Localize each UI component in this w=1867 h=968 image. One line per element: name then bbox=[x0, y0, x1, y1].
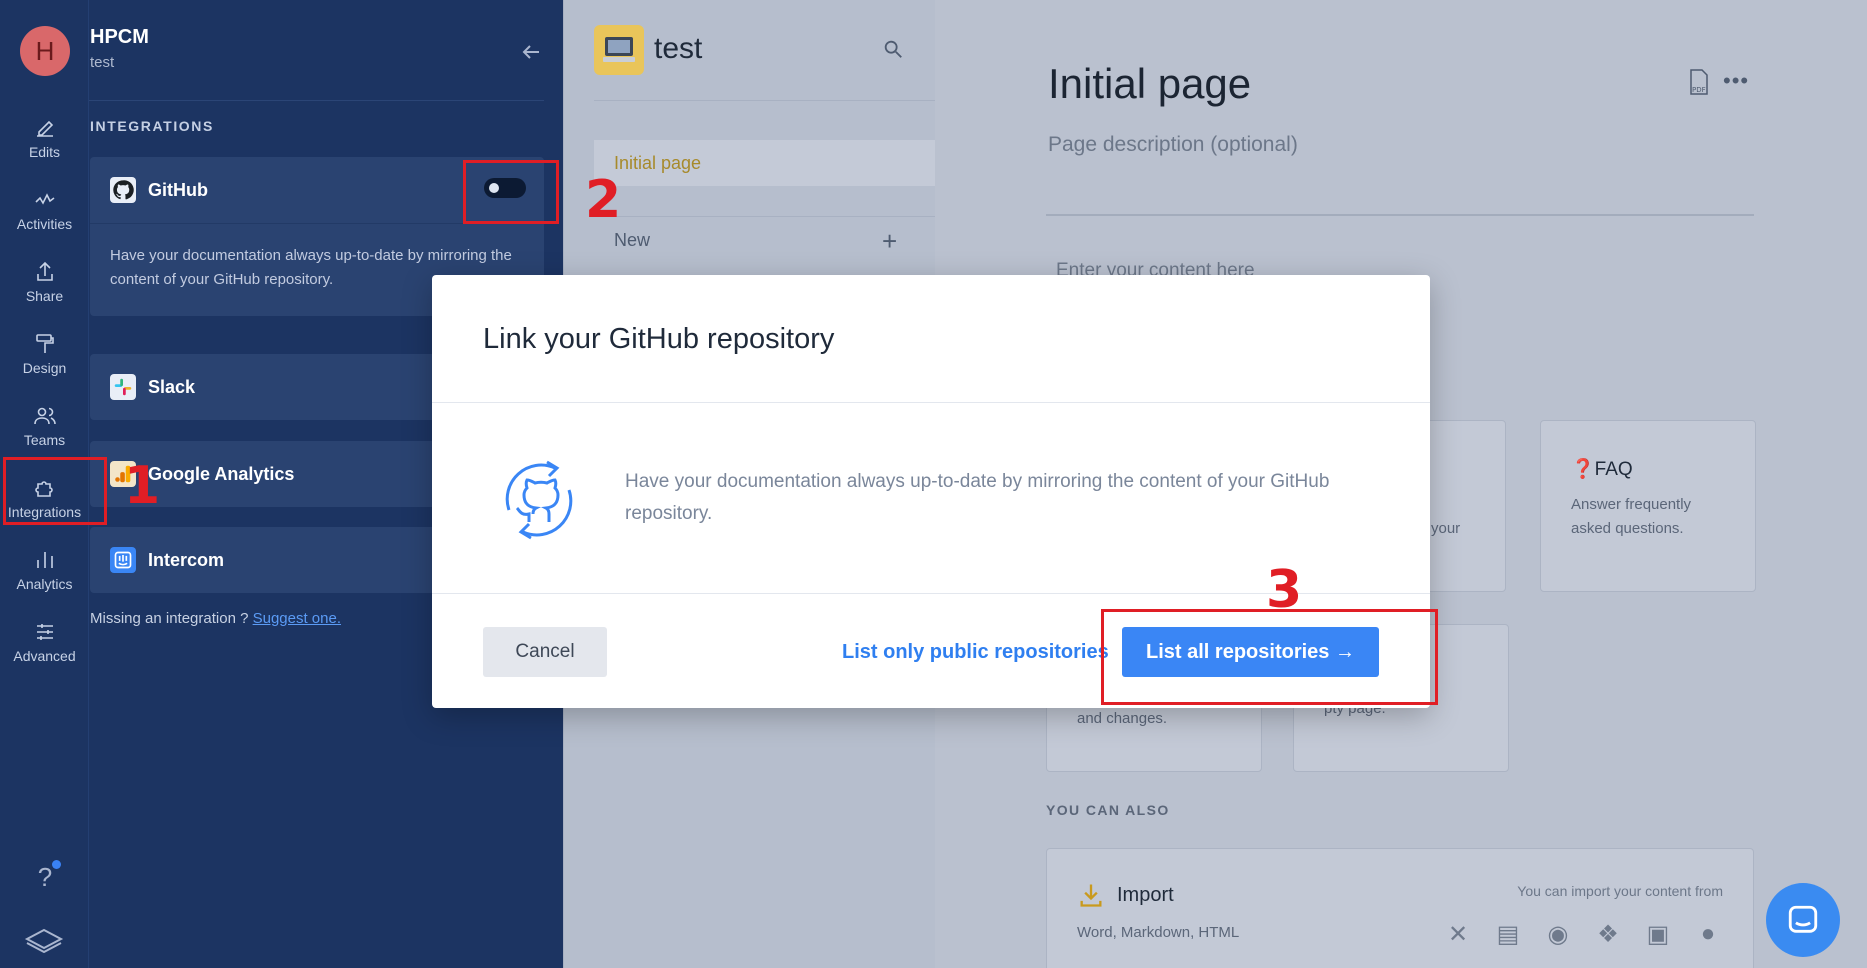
page-description-input[interactable]: Page description (optional) bbox=[1048, 133, 1298, 157]
integration-name: Slack bbox=[148, 376, 196, 397]
rail-label: Edits bbox=[28, 144, 61, 160]
search-icon[interactable] bbox=[882, 38, 904, 60]
rail-item-analytics[interactable]: Analytics bbox=[0, 540, 89, 606]
divider bbox=[89, 100, 544, 101]
annotation-box-1 bbox=[3, 457, 107, 525]
help-button[interactable]: ? bbox=[30, 860, 61, 892]
modal-title: Link your GitHub repository bbox=[483, 323, 835, 355]
annotation-number-3: 3 bbox=[1266, 560, 1303, 620]
rail-label: Analytics bbox=[16, 576, 73, 592]
paint-roller-icon bbox=[35, 334, 54, 353]
rail-item-advanced[interactable]: Advanced bbox=[0, 612, 89, 678]
file-icon[interactable]: ▤ bbox=[1489, 915, 1527, 953]
template-text: your bbox=[1431, 520, 1461, 537]
annotation-box-2 bbox=[463, 160, 559, 224]
workspace-avatar[interactable]: H bbox=[20, 26, 70, 76]
dropbox-icon[interactable]: ❖ bbox=[1589, 915, 1627, 953]
rail-item-activities[interactable]: Activities bbox=[0, 180, 89, 246]
template-text: Answer frequently asked questions. bbox=[1571, 496, 1692, 537]
divider bbox=[432, 402, 1430, 403]
rail-label: Design bbox=[22, 360, 67, 376]
modal-description: Have your documentation always up-to-dat… bbox=[625, 471, 1330, 524]
template-title: ❓FAQ bbox=[1571, 459, 1633, 480]
cancel-button[interactable]: Cancel bbox=[483, 627, 607, 677]
missing-label: Missing an integration ? bbox=[90, 610, 253, 627]
computer-icon bbox=[594, 25, 644, 75]
import-card[interactable]: Import Word, Markdown, HTML You can impo… bbox=[1046, 848, 1754, 968]
integration-name: Intercom bbox=[148, 549, 225, 570]
import-sources-label: You can import your content from bbox=[1517, 883, 1723, 899]
confluence-icon[interactable]: ✕ bbox=[1439, 915, 1477, 953]
annotation-box-3 bbox=[1101, 609, 1438, 705]
chat-launcher-button[interactable] bbox=[1766, 883, 1840, 957]
rail-item-teams[interactable]: Teams bbox=[0, 396, 89, 462]
import-subtitle: Word, Markdown, HTML bbox=[1077, 924, 1240, 941]
github-sync-icon bbox=[489, 450, 589, 555]
page-item-initial[interactable]: Initial page bbox=[594, 140, 936, 186]
page-title[interactable]: Initial page bbox=[1048, 60, 1251, 108]
rail-label: Teams bbox=[23, 432, 66, 448]
pdf-icon[interactable]: PDF bbox=[1687, 68, 1711, 101]
divider bbox=[594, 216, 936, 217]
section-title: YOU CAN ALSO bbox=[1046, 802, 1170, 818]
import-title: Import bbox=[1117, 884, 1174, 906]
github-icon bbox=[110, 177, 136, 203]
divider bbox=[594, 100, 936, 101]
activity-icon bbox=[34, 193, 54, 205]
intercom-icon bbox=[110, 547, 136, 573]
integration-name: GitHub bbox=[148, 179, 208, 200]
space-title: test bbox=[654, 32, 703, 65]
book-icon[interactable] bbox=[24, 925, 64, 958]
rail-label: Advanced bbox=[13, 648, 76, 664]
workspace-name: HPCM bbox=[90, 26, 149, 48]
rail-label: Activities bbox=[16, 216, 73, 232]
svg-text:PDF: PDF bbox=[1692, 86, 1706, 94]
help-icon: ? bbox=[37, 862, 53, 892]
pencil-icon bbox=[36, 120, 53, 137]
divider bbox=[1046, 214, 1754, 216]
rail-item-design[interactable]: Design bbox=[0, 324, 89, 390]
slack-icon bbox=[110, 374, 136, 400]
annotation-number-2: 2 bbox=[585, 170, 622, 230]
share-icon bbox=[36, 261, 53, 281]
plus-icon[interactable]: + bbox=[882, 226, 897, 257]
rail-label: Share bbox=[25, 288, 64, 304]
chat-icon bbox=[1788, 905, 1818, 933]
missing-integration-text: Missing an integration ? Suggest one. bbox=[90, 610, 341, 627]
notion-icon[interactable]: ▣ bbox=[1639, 915, 1677, 953]
rail-item-edits[interactable]: Edits bbox=[0, 108, 89, 174]
space-name: test bbox=[90, 54, 115, 71]
suggest-link[interactable]: Suggest one. bbox=[253, 610, 341, 627]
question-icon: ❓ bbox=[1571, 459, 1595, 480]
template-text: and changes. bbox=[1077, 710, 1168, 727]
import-sources: ✕ ▤ ◉ ❖ ▣ ● bbox=[1439, 915, 1727, 953]
github-icon[interactable]: ◉ bbox=[1539, 915, 1577, 953]
bar-chart-icon bbox=[36, 552, 53, 568]
template-card-faq[interactable]: ❓FAQ Answer frequently asked questions. bbox=[1540, 420, 1756, 592]
new-page-label[interactable]: New bbox=[614, 230, 650, 251]
back-arrow-icon[interactable] bbox=[519, 40, 543, 64]
integration-name: Google Analytics bbox=[148, 463, 295, 484]
list-public-repositories-button[interactable]: List only public repositories bbox=[832, 627, 1119, 677]
annotation-number-1: 1 bbox=[124, 456, 161, 516]
section-title: INTEGRATIONS bbox=[90, 118, 214, 134]
sliders-icon bbox=[36, 624, 53, 640]
more-options-icon[interactable]: ••• bbox=[1723, 68, 1749, 94]
download-icon bbox=[1080, 884, 1102, 907]
doc-icon[interactable]: ● bbox=[1689, 915, 1727, 953]
rail-item-share[interactable]: Share bbox=[0, 252, 89, 318]
notification-dot bbox=[52, 860, 61, 869]
people-icon bbox=[33, 407, 56, 425]
